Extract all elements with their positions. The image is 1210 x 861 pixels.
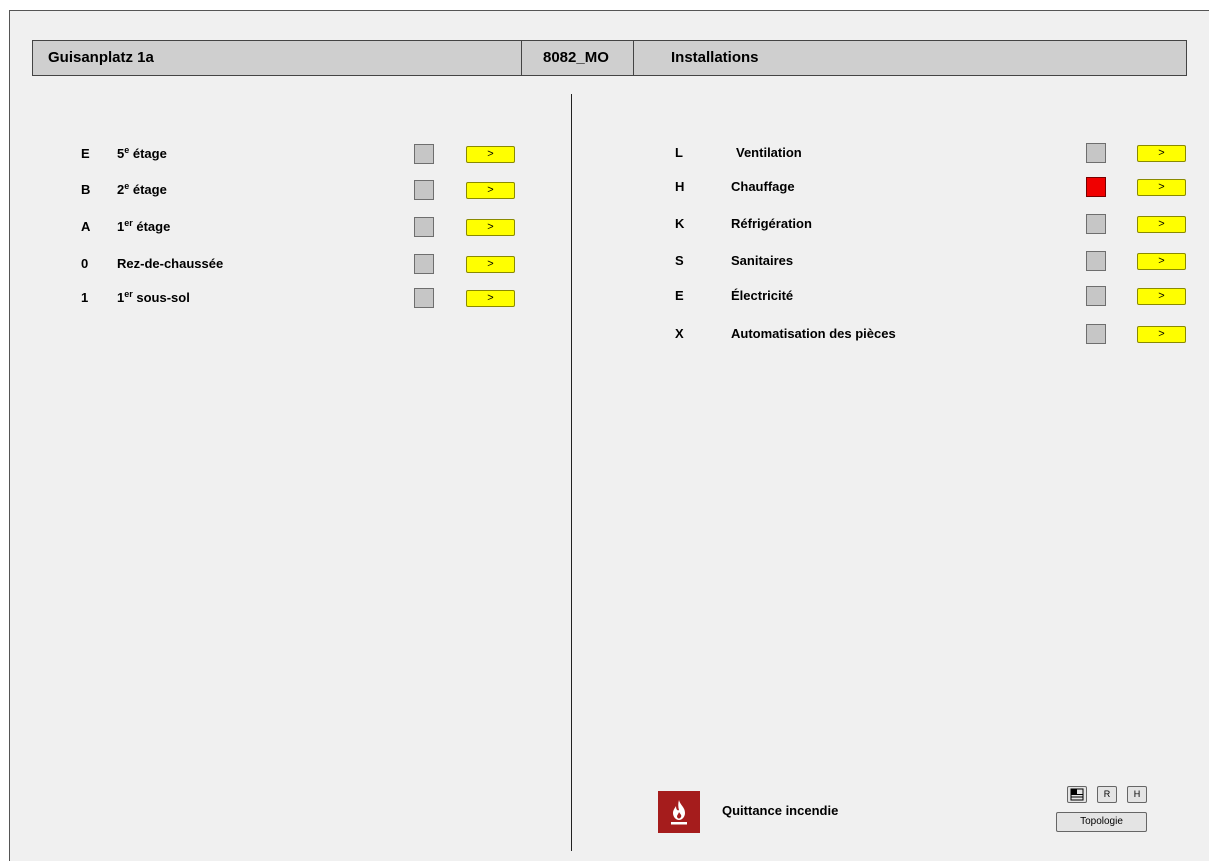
panel-layout-icon <box>1070 788 1084 801</box>
header-separator <box>633 41 634 75</box>
floor-label: Rez-de-chaussée <box>117 254 223 274</box>
installation-code: X <box>675 326 684 341</box>
fire-alarm-icon[interactable] <box>658 791 700 833</box>
installation-status-indicator <box>1086 324 1106 344</box>
building-name: Guisanplatz 1a <box>48 49 154 66</box>
header-bar: Guisanplatz 1a 8082_MO Installations <box>32 40 1187 76</box>
installation-open-button[interactable]: > <box>1137 326 1186 343</box>
installation-status-indicator <box>1086 143 1106 163</box>
installation-open-button[interactable]: > <box>1137 179 1186 196</box>
building-code: 8082_MO <box>543 49 609 66</box>
installation-label: Réfrigération <box>731 216 812 231</box>
installation-row: X Automatisation des pièces > <box>675 324 1190 344</box>
floor-status-indicator <box>414 254 434 274</box>
installation-row: S Sanitaires > <box>675 251 1190 271</box>
installation-status-indicator <box>1086 251 1106 271</box>
floor-code: 0 <box>81 256 89 271</box>
main-panel <box>9 10 1209 861</box>
floor-label-rest: étage <box>132 219 171 234</box>
floor-status-indicator <box>414 288 434 308</box>
floor-label-base: Rez-de-chaussée <box>117 256 224 271</box>
installation-code: E <box>675 288 684 303</box>
floor-open-button[interactable]: > <box>466 219 515 236</box>
column-divider <box>571 94 572 851</box>
floor-code: E <box>81 146 90 161</box>
floor-open-button[interactable]: > <box>466 290 515 307</box>
installation-label: Chauffage <box>731 179 795 194</box>
installation-row: L Ventilation > <box>675 143 1190 163</box>
floor-open-button[interactable]: > <box>466 146 515 163</box>
floor-status-indicator <box>414 217 434 237</box>
floor-label: 5e étage <box>117 144 167 164</box>
installation-status-indicator <box>1086 177 1106 197</box>
installation-code: L <box>675 145 683 160</box>
installation-code: K <box>675 216 685 231</box>
installation-label: Ventilation <box>736 145 802 160</box>
installation-status-indicator <box>1086 286 1106 306</box>
floor-code: 1 <box>81 290 89 305</box>
installation-row: K Réfrigération > <box>675 214 1190 234</box>
floor-open-button[interactable]: > <box>466 182 515 199</box>
section-title: Installations <box>671 49 759 66</box>
installation-open-button[interactable]: > <box>1137 253 1186 270</box>
installation-open-button[interactable]: > <box>1137 216 1186 233</box>
installation-label: Électricité <box>731 288 794 303</box>
floor-row: A 1er étage > <box>81 217 521 237</box>
floor-label: 2e étage <box>117 180 167 200</box>
floor-row: 0 Rez-de-chaussée > <box>81 254 521 274</box>
floor-label-superscript: er <box>124 289 133 299</box>
installation-code: S <box>675 253 684 268</box>
fire-acknowledge-label: Quittance incendie <box>722 803 839 818</box>
installation-row: E Électricité > <box>675 286 1190 306</box>
installation-label: Automatisation des pièces <box>731 326 896 341</box>
floor-label-superscript: er <box>124 218 133 228</box>
h-button[interactable]: H <box>1127 786 1147 803</box>
installation-code: H <box>675 179 685 194</box>
floor-row: E 5e étage > <box>81 144 521 164</box>
floor-label: 1er sous-sol <box>117 288 190 308</box>
floor-row: B 2e étage > <box>81 180 521 200</box>
floor-code: B <box>81 182 91 197</box>
r-button[interactable]: R <box>1097 786 1117 803</box>
floor-row: 1 1er sous-sol > <box>81 288 521 308</box>
floor-status-indicator <box>414 144 434 164</box>
installation-row: H Chauffage > <box>675 177 1190 197</box>
installation-status-indicator <box>1086 214 1106 234</box>
installation-label: Sanitaires <box>731 253 794 268</box>
floor-label-rest: étage <box>129 146 167 161</box>
floor-code: A <box>81 219 91 234</box>
floor-label: 1er étage <box>117 217 170 237</box>
floor-open-button[interactable]: > <box>466 256 515 273</box>
floor-label-rest: sous-sol <box>132 290 190 305</box>
installation-open-button[interactable]: > <box>1137 288 1186 305</box>
topology-button[interactable]: Topologie <box>1056 812 1147 832</box>
view-toggle-button[interactable] <box>1067 786 1087 803</box>
floor-status-indicator <box>414 180 434 200</box>
floor-label-rest: étage <box>129 182 167 197</box>
installation-open-button[interactable]: > <box>1137 145 1186 162</box>
header-separator <box>521 41 522 75</box>
